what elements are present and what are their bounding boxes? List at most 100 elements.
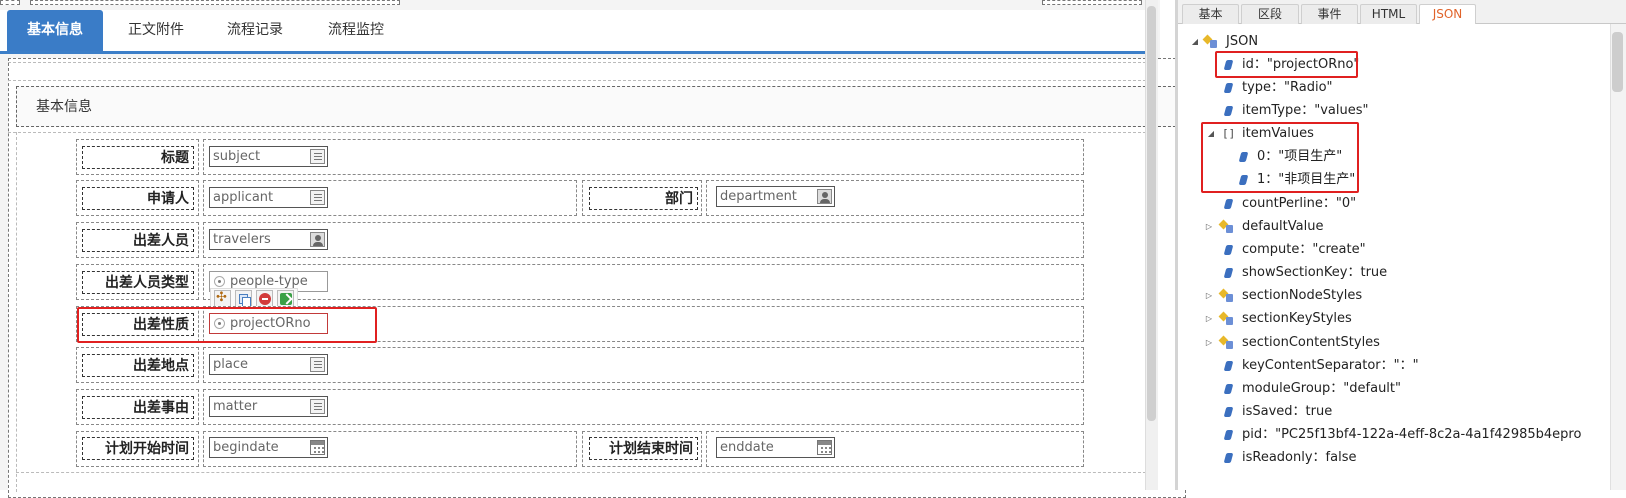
property-icon — [1238, 152, 1249, 162]
tree-node-root[interactable]: ◢ JSON — [1180, 31, 1600, 53]
enddate-input[interactable]: enddate — [716, 437, 835, 458]
delete-icon[interactable] — [256, 290, 273, 307]
tree-node-sectioncontentstyles[interactable]: ▷ sectionContentStyles — [1180, 332, 1600, 354]
tree-node-label: isSaved：true — [1242, 404, 1333, 419]
divider — [8, 132, 1146, 133]
edit-icon[interactable] — [310, 399, 325, 414]
matter-value: matter — [213, 399, 258, 414]
tree-node-label: JSON — [1226, 34, 1259, 49]
tree-node-item-0[interactable]: 0："项目生产" — [1180, 146, 1600, 168]
tree-node-label: 1："非项目生产" — [1257, 172, 1356, 187]
tab-flow-monitor[interactable]: 流程监控 — [308, 10, 404, 51]
expand-icon[interactable]: ▷ — [1204, 216, 1214, 238]
tab-html[interactable]: HTML — [1360, 4, 1417, 24]
calendar-icon[interactable] — [817, 440, 832, 455]
object-icon — [1204, 35, 1218, 49]
field-cell — [203, 347, 1084, 383]
edit-icon[interactable] — [310, 149, 325, 164]
travelers-input[interactable]: travelers — [209, 229, 328, 250]
top-edge-marker — [0, 0, 20, 5]
tree-node-sectionkeystyles[interactable]: ▷ sectionKeyStyles — [1180, 308, 1600, 330]
expand-icon[interactable]: ▷ — [1204, 308, 1214, 330]
person-icon[interactable] — [310, 232, 325, 247]
people-type-value: people-type — [230, 274, 308, 289]
subject-input[interactable]: subject — [209, 146, 328, 167]
tab-section[interactable]: 区段 — [1241, 4, 1299, 24]
tree-node-issaved[interactable]: isSaved：true — [1180, 401, 1600, 423]
tree-node-label: itemType："values" — [1242, 103, 1369, 118]
tree-node-countperline[interactable]: countPerline："0" — [1180, 193, 1600, 215]
tab-flow-record[interactable]: 流程记录 — [207, 10, 303, 51]
matter-input[interactable]: matter — [209, 396, 328, 417]
department-input[interactable]: department — [716, 186, 835, 207]
edit-icon[interactable] — [310, 190, 325, 205]
radio-icon — [214, 276, 225, 287]
tree-node-label: sectionKeyStyles — [1242, 311, 1352, 326]
top-edge-marker — [30, 0, 400, 5]
tree-node-label: isReadonly：false — [1242, 450, 1357, 465]
field-cell — [203, 306, 1084, 342]
radio-icon — [214, 318, 225, 329]
property-icon — [1223, 361, 1234, 371]
tree-node-keycontentseparator[interactable]: keyContentSeparator："：" — [1180, 355, 1600, 377]
expand-icon[interactable]: ▷ — [1204, 332, 1214, 354]
tree-node-sectionnodestyles[interactable]: ▷ sectionNodeStyles — [1180, 285, 1600, 307]
tree-node-itemvalues[interactable]: ◢ [] itemValues — [1180, 123, 1600, 145]
place-input[interactable]: place — [209, 354, 328, 375]
tab-basic-info[interactable]: 基本信息 — [7, 10, 103, 51]
calendar-icon[interactable] — [310, 440, 325, 455]
divider — [16, 472, 1146, 473]
tree-node-label: moduleGroup："default" — [1242, 381, 1401, 396]
tree-node-label: showSectionKey：true — [1242, 265, 1388, 280]
tab-events[interactable]: 事件 — [1301, 4, 1358, 24]
collapse-icon[interactable]: ◢ — [1190, 31, 1200, 53]
enddate-value: enddate — [720, 440, 774, 455]
field-cell — [203, 222, 1084, 258]
tree-node-showsectionkey[interactable]: showSectionKey：true — [1180, 262, 1600, 284]
copy-icon[interactable] — [235, 290, 252, 307]
field-cell — [203, 139, 1084, 175]
project-value: projectORno — [230, 316, 311, 331]
tree-node-label: pid："PC25f13bf4-122a-4eff-8c2a-4a1f42985… — [1242, 427, 1582, 442]
field-cell — [203, 389, 1084, 425]
person-icon[interactable] — [817, 189, 832, 204]
tree-node-defaultvalue[interactable]: ▷ defaultValue — [1180, 216, 1600, 238]
top-edge-marker — [1042, 0, 1142, 5]
label-applicant: 申请人 — [82, 187, 194, 210]
property-icon — [1223, 268, 1234, 278]
object-icon — [1220, 312, 1234, 326]
project-radio[interactable]: projectORno — [209, 313, 328, 334]
object-icon — [1220, 220, 1234, 234]
collapse-icon[interactable]: ◢ — [1206, 123, 1216, 145]
tab-basic[interactable]: 基本 — [1182, 4, 1239, 24]
label-matter: 出差事由 — [82, 396, 194, 419]
divider — [8, 80, 1146, 81]
tree-node-item-1[interactable]: 1："非项目生产" — [1180, 169, 1600, 191]
section-header[interactable] — [16, 86, 1186, 127]
inspector-scroll-thumb[interactable] — [1612, 32, 1623, 92]
tree-node-type[interactable]: type："Radio" — [1180, 77, 1600, 99]
tab-json[interactable]: JSON — [1419, 4, 1476, 24]
section-title: 基本信息 — [36, 99, 92, 115]
designer-scroll-thumb[interactable] — [1147, 6, 1156, 421]
move-icon[interactable] — [214, 290, 231, 307]
inspector-tab-bar: 基本 区段 事件 HTML JSON — [1178, 0, 1626, 24]
tree-node-modulegroup[interactable]: moduleGroup："default" — [1180, 378, 1600, 400]
begindate-input[interactable]: begindate — [209, 437, 328, 458]
field-cell — [203, 264, 1084, 300]
jump-icon[interactable] — [277, 290, 294, 307]
label-subject: 标题 — [82, 146, 194, 169]
tree-node-compute[interactable]: compute："create" — [1180, 239, 1600, 261]
subject-value: subject — [213, 149, 261, 164]
property-icon — [1223, 60, 1234, 70]
tree-node-id[interactable]: id："projectORno" — [1180, 54, 1600, 76]
expand-icon[interactable]: ▷ — [1204, 285, 1214, 307]
form-tab-bar: 基本信息 正文附件 流程记录 流程监控 — [0, 10, 1150, 54]
edit-icon[interactable] — [310, 357, 325, 372]
tree-node-isreadonly[interactable]: isReadonly：false — [1180, 447, 1600, 469]
inspector-scrollbar[interactable] — [1610, 24, 1626, 490]
tree-node-pid[interactable]: pid："PC25f13bf4-122a-4eff-8c2a-4a1f42985… — [1180, 424, 1610, 446]
applicant-input[interactable]: applicant — [209, 187, 328, 208]
tree-node-itemtype[interactable]: itemType："values" — [1180, 100, 1600, 122]
tab-attachments[interactable]: 正文附件 — [108, 10, 204, 51]
